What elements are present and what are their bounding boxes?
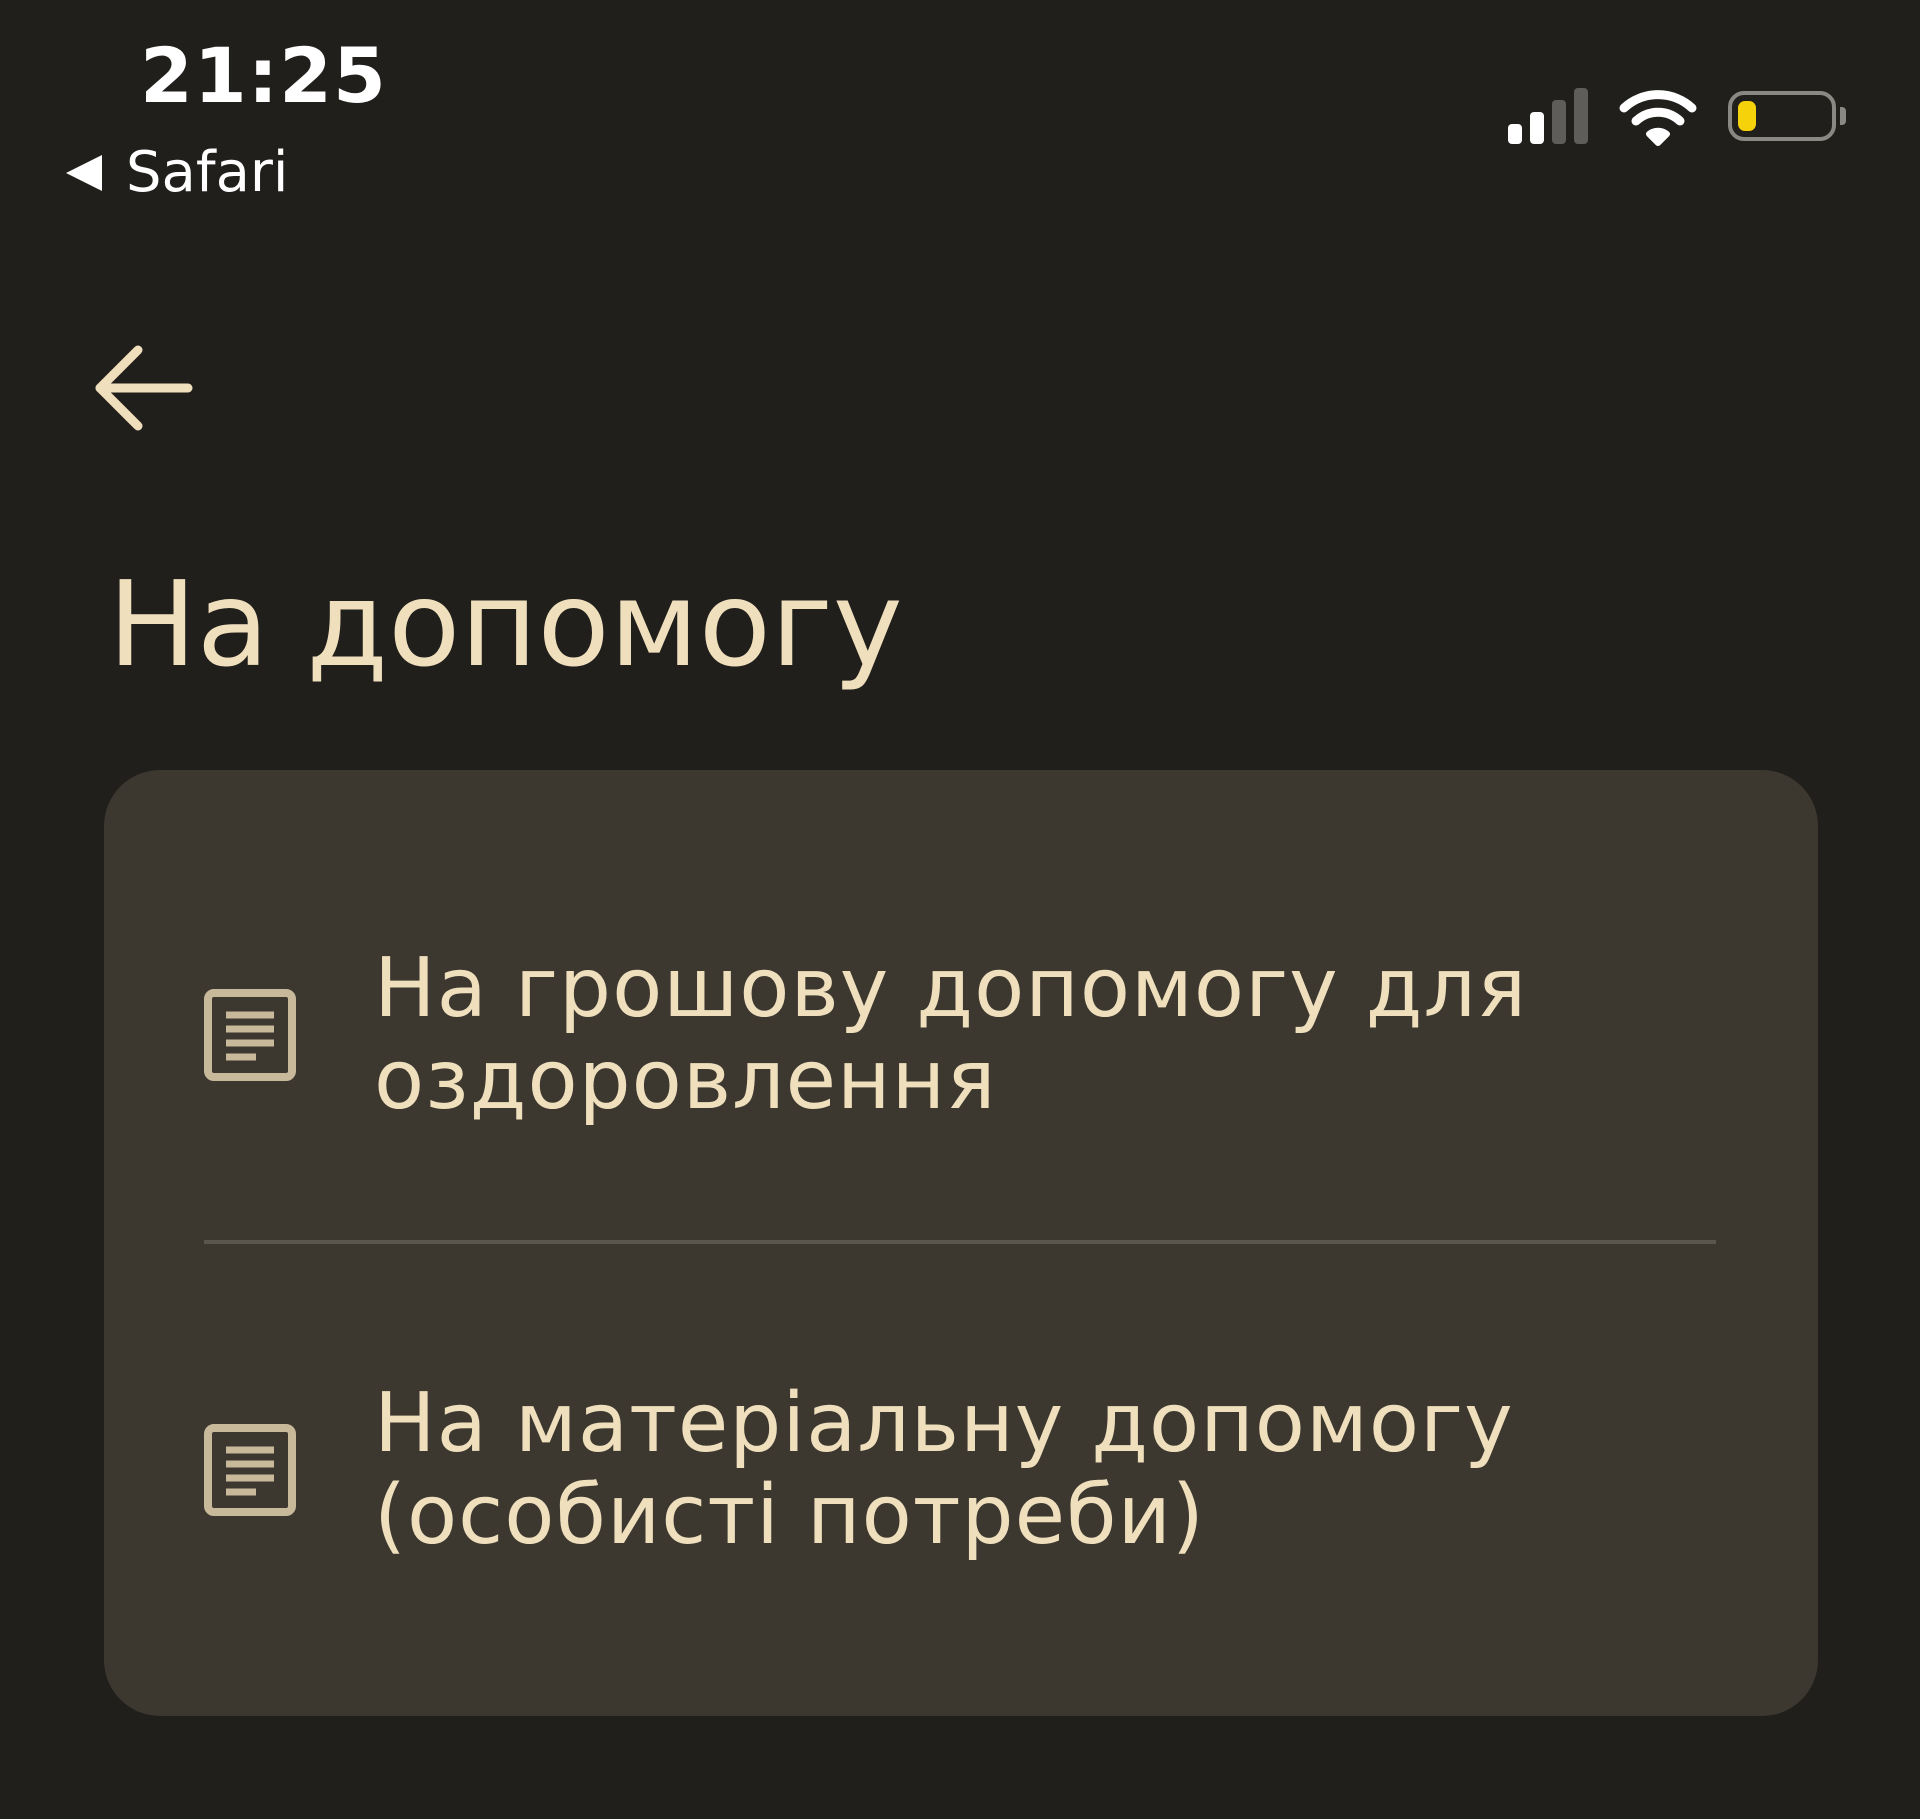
page-title: На допомогу (108, 555, 903, 693)
back-button[interactable] (88, 338, 198, 438)
divider (204, 1240, 1716, 1244)
battery-level (1738, 101, 1756, 131)
back-to-safari-button[interactable]: Safari (66, 145, 288, 201)
menu-item-label: На матеріальну допомогу (особисті потреб… (374, 1376, 1514, 1563)
status-bar: 21:25 Safari (0, 0, 1920, 220)
status-time: 21:25 (140, 31, 387, 120)
wifi-icon (1619, 90, 1697, 146)
document-icon (204, 989, 296, 1081)
battery-icon (1728, 91, 1846, 141)
status-icons (1508, 86, 1846, 146)
back-triangle-icon (66, 155, 102, 191)
menu-item-label: На грошову допомогу для оздоровлення (374, 941, 1528, 1128)
cellular-signal-icon (1508, 88, 1588, 144)
document-icon (204, 1424, 296, 1516)
back-app-label: Safari (126, 140, 289, 205)
menu-item-health-aid[interactable]: На грошову допомогу для оздоровлення (104, 935, 1818, 1135)
menu-item-material-aid[interactable]: На матеріальну допомогу (особисті потреб… (104, 1370, 1818, 1570)
menu-card: На грошову допомогу для оздоровлення На … (104, 770, 1818, 1716)
arrow-left-icon (95, 345, 193, 431)
